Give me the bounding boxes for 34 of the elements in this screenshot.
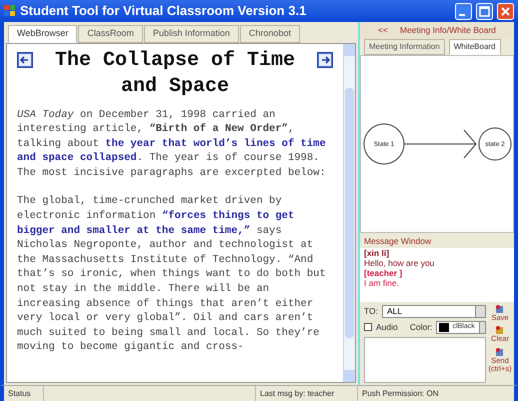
audio-checkbox[interactable] [364, 323, 372, 331]
tab[interactable]: Chronobot [240, 25, 300, 42]
back-icon[interactable] [17, 52, 33, 68]
panel-title: Meeting Info/White Board [400, 24, 496, 37]
article-paragraph: The global, time-crunched market driven by electronic information “forces things to get bigger and smaller at the same time,” says Nicholas Negroponte, author and technologist at the Massachusetts Institute of Technology. “And that’s so ironic, when things want to do both but not stay in the middle. There will be an increasing absence of things that aren’t either very local or very global”. Oil and cars aren’t much suited to being small and local. So they’re moving to become gigantic and cross- [17, 194, 327, 355]
status-text: Status [4, 386, 44, 401]
message-sender: [xin li] [364, 248, 390, 258]
minimize-icon[interactable] [455, 2, 472, 20]
forward-icon[interactable] [317, 52, 333, 68]
last-message-status: Last msg by: teacher [255, 386, 358, 401]
app-icon [4, 5, 16, 17]
tab[interactable]: Publish Information [144, 25, 239, 42]
collapse-button[interactable]: << [378, 24, 388, 37]
tab[interactable]: WhiteBoard [448, 38, 500, 55]
message-text: I am fine. [364, 278, 400, 288]
tab[interactable]: Meeting Information [364, 38, 445, 55]
push-permission-status: Push Permission: ON [361, 388, 440, 400]
to-label: TO: [364, 304, 378, 318]
scrollbar[interactable] [343, 44, 355, 382]
audio-label: Audio [376, 320, 398, 334]
window-title: Student Tool for Virtual Classroom Version 3.1 [20, 2, 308, 20]
message-sender: [teacher ] [364, 268, 404, 278]
message-input[interactable] [364, 336, 486, 383]
color-label: Color: [410, 320, 432, 334]
recipient-dropdown[interactable]: ALL [382, 304, 486, 318]
article-paragraph: USA Today on December 31, 1998 carried an interesting article, “Birth of a New Order”, talking about the year that world’s lines of time and space collapsed. The year is of course 1998. The most incisive paragraphs are excerpted below: [17, 108, 327, 180]
close-icon[interactable] [497, 2, 514, 20]
message-text: Hello, how are you [364, 258, 436, 268]
maximize-icon[interactable] [476, 2, 493, 20]
tab[interactable]: WebBrowser [8, 25, 78, 42]
message-window-label: Message Window [363, 234, 432, 248]
article-title: The Collapse of Time and Space [54, 48, 296, 100]
color-swatch [439, 322, 449, 332]
tab[interactable]: ClassRoom [78, 25, 143, 42]
